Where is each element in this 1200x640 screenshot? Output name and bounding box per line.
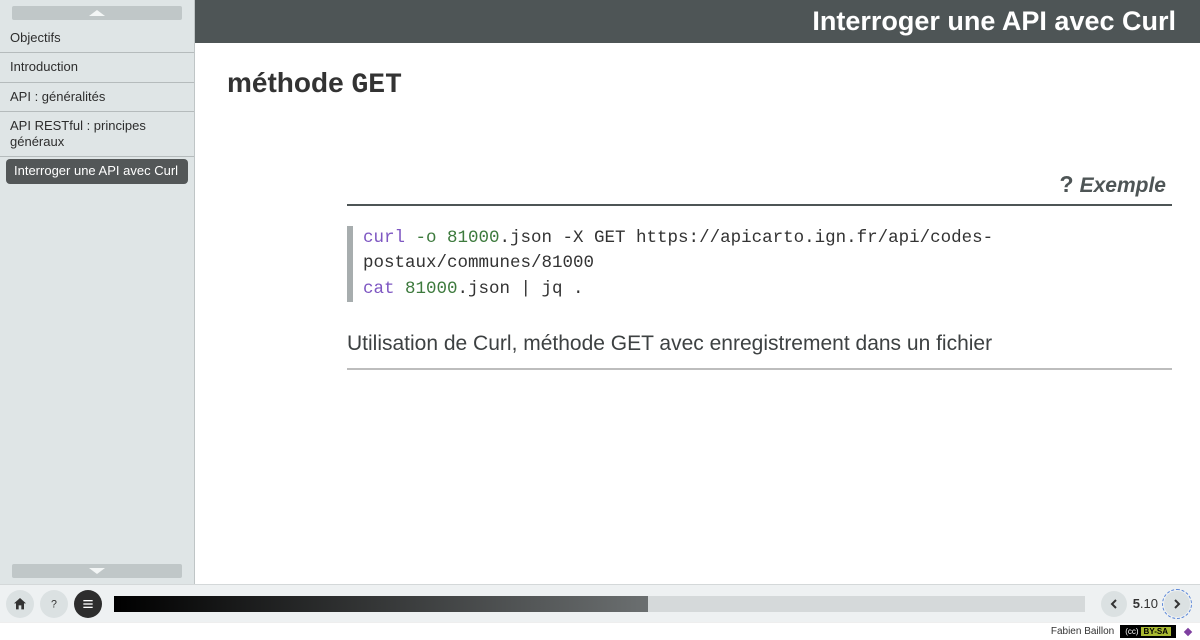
sidebar: Objectifs Introduction API : généralités… — [0, 0, 195, 584]
author-name: Fabien Baillon — [1051, 626, 1114, 637]
example-divider — [347, 204, 1172, 206]
sidebar-item-objectifs[interactable]: Objectifs — [0, 24, 194, 53]
progress-fill — [114, 596, 648, 612]
sidebar-item-introduction[interactable]: Introduction — [0, 53, 194, 82]
sidebar-nav: Objectifs Introduction API : généralités… — [0, 24, 194, 560]
sidebar-item-api-generalites[interactable]: API : généralités — [0, 83, 194, 112]
code-line: cat 81000.json | jq . — [347, 277, 1172, 302]
footer-toolbar: ? 5.10 — [0, 584, 1200, 622]
menu-button[interactable] — [74, 590, 102, 618]
example-header: ?Exemple — [347, 171, 1172, 198]
code-bar-icon — [347, 226, 353, 277]
help-button[interactable]: ? — [40, 590, 68, 618]
code-line: curl -o 81000.json -X GET https://apicar… — [347, 226, 1172, 277]
main-content: Interroger une API avec Curl méthode GET… — [195, 0, 1200, 584]
code-block: curl -o 81000.json -X GET https://apicar… — [347, 226, 1172, 302]
home-button[interactable] — [6, 590, 34, 618]
page-title-bar: Interroger une API avec Curl — [195, 0, 1200, 43]
example-caption: Utilisation de Curl, méthode GET avec en… — [347, 330, 1172, 370]
logo-icon — [1182, 626, 1194, 638]
license-badge: (cc)BY-SA — [1120, 625, 1176, 638]
sub-footer: Fabien Baillon (cc)BY-SA — [0, 622, 1200, 640]
sidebar-scroll-up[interactable] — [12, 6, 182, 20]
question-icon: ? — [1060, 171, 1074, 197]
progress-bar[interactable] — [114, 596, 1085, 612]
code-bar-icon — [347, 277, 353, 302]
prev-page-button[interactable] — [1101, 591, 1127, 617]
next-page-button[interactable] — [1164, 591, 1190, 617]
sidebar-item-interroger-api-curl[interactable]: Interroger une API avec Curl — [6, 159, 188, 183]
content-heading: méthode GET — [227, 67, 1172, 101]
page-title: Interroger une API avec Curl — [812, 6, 1176, 36]
page-indicator: 5.10 — [1131, 596, 1160, 611]
sidebar-item-api-restful[interactable]: API RESTful : principes généraux — [0, 112, 194, 158]
svg-text:?: ? — [51, 598, 57, 610]
sidebar-scroll-down[interactable] — [12, 564, 182, 578]
